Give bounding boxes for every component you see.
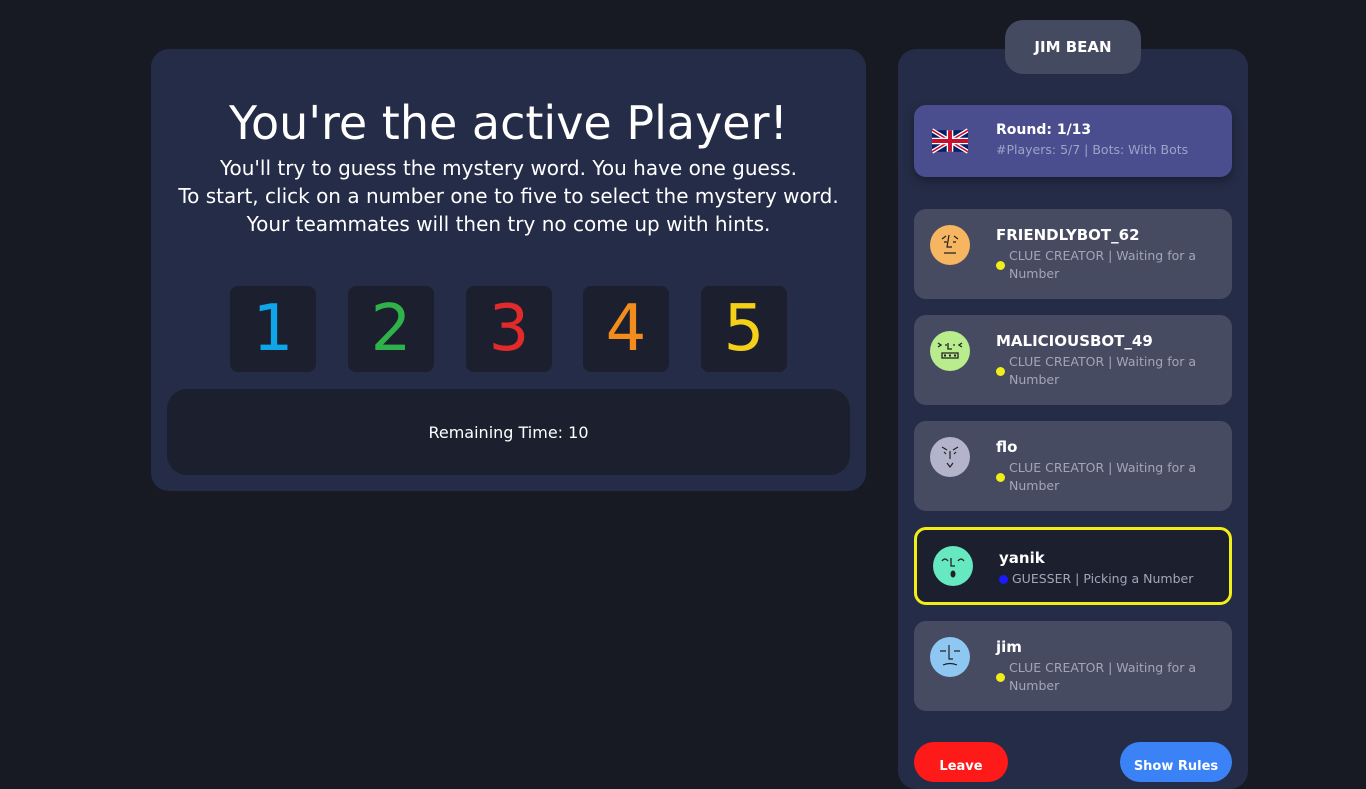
round-subtitle: #Players: 5/7 | Bots: With Bots — [996, 142, 1189, 157]
number-button-3[interactable]: 3 — [466, 286, 552, 372]
leave-button[interactable]: Leave — [914, 742, 1008, 782]
uk-flag-icon — [932, 128, 968, 154]
player-card-jim[interactable]: jim CLUE CREATOR | Waiting for a Number — [914, 621, 1232, 711]
remaining-time: Remaining Time: 10 — [428, 422, 589, 442]
player-name: flo — [996, 438, 1018, 456]
status-text: CLUE CREATOR | Waiting for a Number — [1009, 660, 1197, 693]
instruction-line-2: To start, click on a number one to five … — [178, 184, 839, 208]
instruction-line-1: You'll try to guess the mystery word. Yo… — [219, 156, 798, 180]
avatar-circle — [930, 225, 970, 265]
status-dot — [996, 367, 1005, 376]
number-button-2[interactable]: 2 — [348, 286, 434, 372]
number-selector: 1 2 3 4 5 — [230, 286, 790, 374]
status-dot — [996, 261, 1005, 270]
round-title: Round: 1/13 — [996, 122, 1092, 138]
number-button-5[interactable]: 5 — [701, 286, 787, 372]
instructions: You'll try to guess the mystery word. Yo… — [151, 154, 866, 238]
status-dot — [996, 473, 1005, 482]
status-text: GUESSER | Picking a Number — [1012, 571, 1194, 586]
number-label: 3 — [488, 292, 530, 366]
avatar-icon — [930, 637, 970, 677]
player-name: jim — [996, 638, 1022, 656]
player-status: GUESSER | Picking a Number — [999, 570, 1209, 588]
player-name: yanik — [999, 549, 1045, 567]
status-text: CLUE CREATOR | Waiting for a Number — [1009, 248, 1197, 281]
number-button-1[interactable]: 1 — [230, 286, 316, 372]
player-status: CLUE CREATOR | Waiting for a Number — [996, 247, 1206, 283]
number-button-4[interactable]: 4 — [583, 286, 669, 372]
player-card-maliciousbot[interactable]: MALICIOUSBOT_49 CLUE CREATOR | Waiting f… — [914, 315, 1232, 405]
status-dot — [996, 673, 1005, 682]
show-rules-button[interactable]: Show Rules — [1120, 742, 1232, 782]
avatar-icon — [930, 437, 970, 477]
number-label: 5 — [723, 292, 765, 366]
current-player-label: JIM BEAN — [1034, 38, 1112, 56]
avatar-icon — [930, 331, 970, 371]
player-card-yanik[interactable]: yanik GUESSER | Picking a Number — [914, 527, 1232, 605]
number-label: 1 — [252, 292, 294, 366]
timer-box: Remaining Time: 10 — [167, 389, 850, 475]
page-title: You're the active Player! — [229, 96, 788, 150]
player-card-flo[interactable]: flo CLUE CREATOR | Waiting for a Number — [914, 421, 1232, 511]
status-text: CLUE CREATOR | Waiting for a Number — [1009, 354, 1197, 387]
status-text: CLUE CREATOR | Waiting for a Number — [1009, 460, 1197, 493]
number-label: 2 — [370, 292, 412, 366]
player-status: CLUE CREATOR | Waiting for a Number — [996, 459, 1206, 495]
player-status: CLUE CREATOR | Waiting for a Number — [996, 659, 1206, 695]
player-status: CLUE CREATOR | Waiting for a Number — [996, 353, 1206, 389]
round-info-card: Round: 1/13 #Players: 5/7 | Bots: With B… — [914, 105, 1232, 177]
player-card-friendlybot[interactable]: FRIENDLYBOT_62 CLUE CREATOR | Waiting fo… — [914, 209, 1232, 299]
number-label: 4 — [605, 292, 647, 366]
player-name: FRIENDLYBOT_62 — [996, 226, 1140, 244]
instruction-line-3: Your teammates will then try no come up … — [246, 212, 771, 236]
status-dot — [999, 575, 1008, 584]
player-name: MALICIOUSBOT_49 — [996, 332, 1153, 350]
avatar-icon — [930, 225, 970, 265]
current-player-name: JIM BEAN — [1005, 20, 1141, 74]
avatar-icon — [933, 546, 973, 586]
